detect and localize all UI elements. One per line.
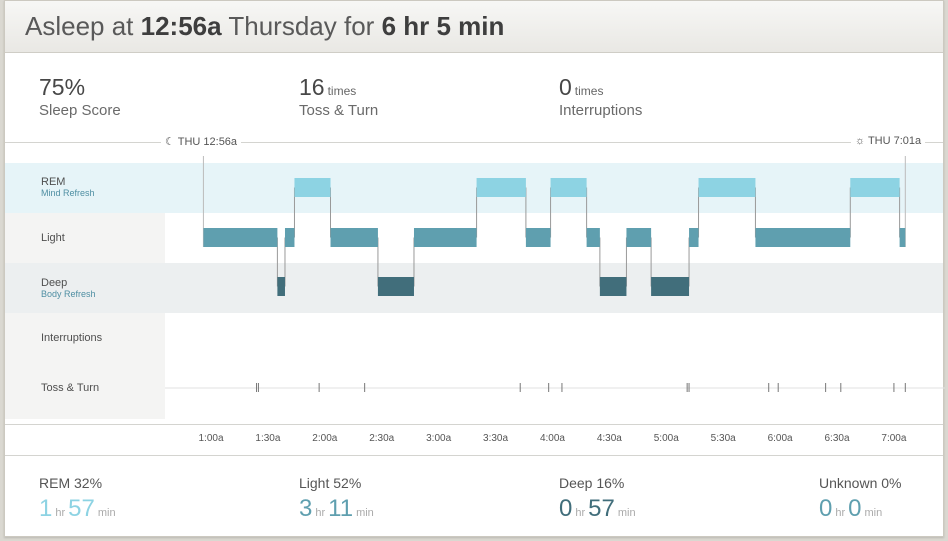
deep-segment xyxy=(651,277,690,296)
summary-minutes: 57 xyxy=(588,495,615,522)
axis-tick-label: 7:00a xyxy=(881,433,907,444)
axis-tick-label: 1:30a xyxy=(255,433,281,444)
rem-segment xyxy=(294,178,331,197)
axis-tick-label: 2:00a xyxy=(312,433,338,444)
hypnogram-chart xyxy=(165,156,945,392)
light-segment xyxy=(203,228,278,247)
stat-value: 0 xyxy=(559,74,572,100)
summary-label: Light 52% xyxy=(299,475,362,491)
sleep-duration: 6 hr 5 min xyxy=(381,11,505,41)
deep-segment xyxy=(377,277,414,296)
axis-tick-label: 4:30a xyxy=(596,433,622,444)
light-segment xyxy=(755,228,851,247)
summary-hours: 3 xyxy=(299,495,313,522)
stat-unit: times xyxy=(327,84,357,98)
summary-unknown: Unknown 0% 0 hr 0 min xyxy=(819,475,902,523)
summary-deep: Deep 16% 0 hr 57 min xyxy=(559,475,639,523)
rem-segment xyxy=(476,178,526,197)
summary-label: REM 32% xyxy=(39,475,103,491)
min-unit: min xyxy=(97,507,116,519)
timeline-start: ☾ THU 12:56a xyxy=(161,135,242,148)
summary-hours: 0 xyxy=(559,495,573,522)
summary-divider xyxy=(5,455,943,456)
rem-segment xyxy=(550,178,587,197)
moon-icon: ☾ xyxy=(165,136,175,148)
stat-label: Sleep Score xyxy=(39,102,121,119)
hr-unit: hr xyxy=(835,507,846,519)
summary-label: Unknown 0% xyxy=(819,475,902,491)
stat-label: Toss & Turn xyxy=(299,102,379,119)
title-prefix: Asleep at xyxy=(25,11,134,41)
axis-tick-label: 3:30a xyxy=(483,433,509,444)
hr-unit: hr xyxy=(315,507,326,519)
light-segment xyxy=(626,228,652,247)
hr-unit: hr xyxy=(575,507,586,519)
summary-minutes: 0 xyxy=(848,495,862,522)
axis-divider xyxy=(5,424,943,425)
timeline-end-label: THU 7:01a xyxy=(867,135,922,147)
rem-segment xyxy=(850,178,900,197)
summary-hours: 0 xyxy=(819,495,833,522)
hr-unit: hr xyxy=(55,507,66,519)
deep-segment xyxy=(277,277,285,296)
interruptions-stat: 0 times Interruptions xyxy=(559,74,642,119)
axis-tick-label: 1:00a xyxy=(198,433,224,444)
timeline-end: ☼ THU 7:01a xyxy=(851,135,926,147)
page-title: Asleep at 12:56a Thursday for 6 hr 5 min xyxy=(25,11,504,42)
rem-segment xyxy=(698,178,756,197)
axis-tick-label: 4:00a xyxy=(539,433,565,444)
axis-tick-label: 5:30a xyxy=(710,433,736,444)
timeline-start-label: THU 12:56a xyxy=(177,136,238,148)
light-segment xyxy=(586,228,600,247)
summary-light: Light 52% 3 hr 11 min xyxy=(299,475,377,523)
sleep-time: 12:56a xyxy=(140,11,222,41)
light-segment xyxy=(284,228,295,247)
deep-segment xyxy=(599,277,627,296)
sun-icon: ☼ xyxy=(855,135,866,147)
title-for: for xyxy=(344,11,375,41)
min-unit: min xyxy=(617,507,636,519)
axis-tick-label: 6:00a xyxy=(767,433,793,444)
summary-minutes: 57 xyxy=(68,495,95,522)
axis-tick-label: 2:30a xyxy=(369,433,395,444)
summary-hours: 1 xyxy=(39,495,53,522)
stat-label: Interruptions xyxy=(559,102,643,119)
axis-tick-label: 3:00a xyxy=(426,433,452,444)
sleep-score-stat: 75% Sleep Score xyxy=(39,74,121,119)
axis-tick-label: 5:00a xyxy=(653,433,679,444)
min-unit: min xyxy=(356,507,374,519)
light-segment xyxy=(689,228,699,247)
stat-value: 75% xyxy=(39,74,86,100)
summary-label: Deep 16% xyxy=(559,475,625,491)
header: Asleep at 12:56a Thursday for 6 hr 5 min xyxy=(5,1,943,53)
summary-rem: REM 32% 1 hr 57 min xyxy=(39,475,119,523)
light-segment xyxy=(899,228,906,247)
timeline-divider xyxy=(5,142,943,143)
sleep-day: Thursday xyxy=(228,11,337,41)
light-segment xyxy=(413,228,477,247)
summary-minutes: 11 xyxy=(328,495,354,522)
stat-value: 16 xyxy=(299,74,325,100)
toss-turn-stat: 16 times Toss & Turn xyxy=(299,74,378,119)
light-segment xyxy=(525,228,551,247)
light-segment xyxy=(330,228,378,247)
sleep-summary-card: Asleep at 12:56a Thursday for 6 hr 5 min… xyxy=(4,0,945,537)
axis-tick-label: 6:30a xyxy=(824,433,850,444)
stat-unit: times xyxy=(574,84,604,98)
min-unit: min xyxy=(864,507,883,519)
